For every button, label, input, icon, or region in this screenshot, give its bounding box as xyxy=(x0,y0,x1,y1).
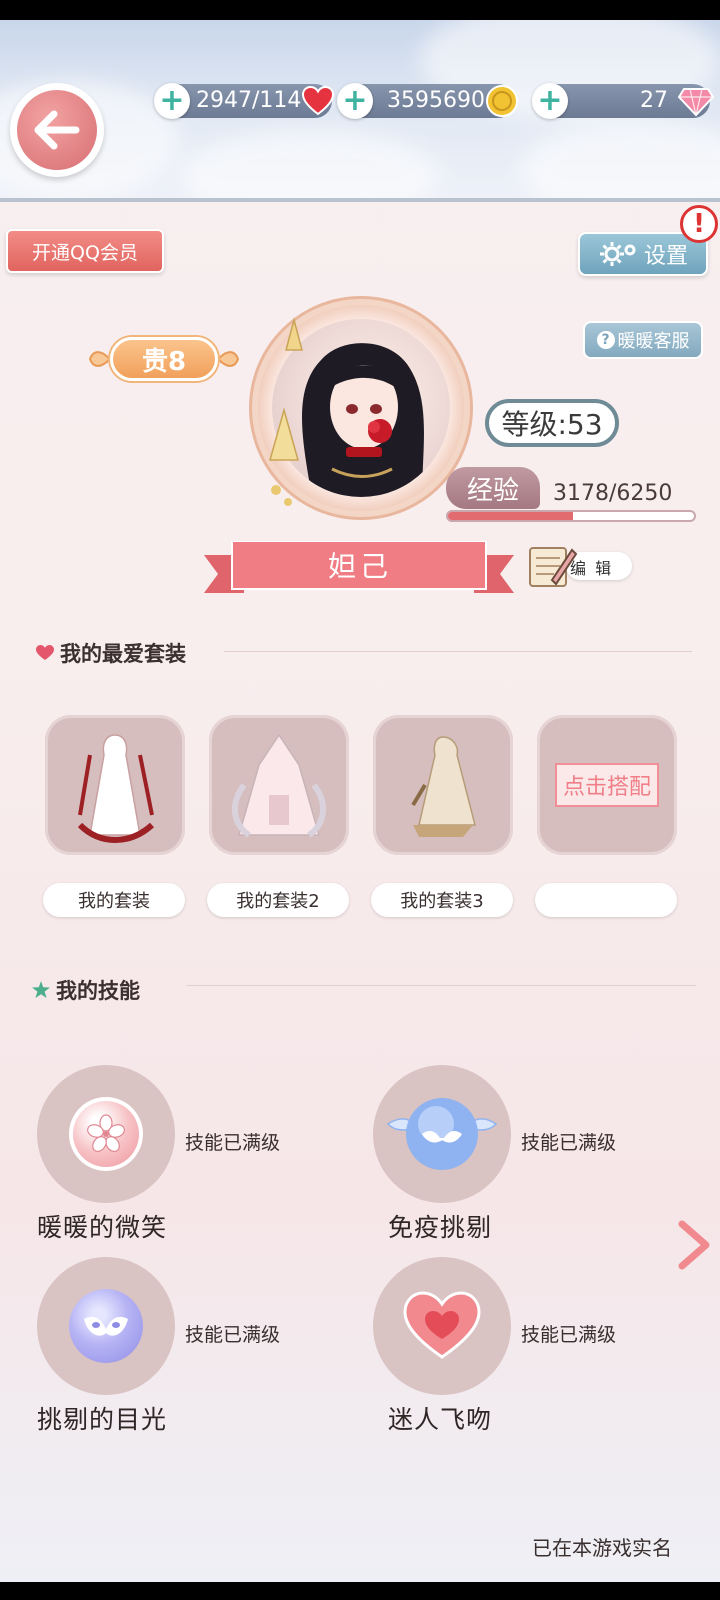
outfit-thumbnail xyxy=(411,736,476,837)
status-bar xyxy=(0,0,720,20)
skills-title: 我的技能 xyxy=(56,979,140,1003)
favorites-title: 我的最爱套装 xyxy=(60,642,186,666)
heart-icon xyxy=(403,1291,481,1359)
stamina-value: 2947/114 xyxy=(196,88,302,113)
skill-state-1: 技能已满级 xyxy=(185,1132,281,1154)
navigation-bar xyxy=(0,1582,720,1600)
exp-progress-fill xyxy=(448,512,574,520)
outfit-card-4[interactable]: 点击搭配 xyxy=(537,715,677,855)
diamond-icon xyxy=(678,88,714,117)
realname-status-text: 已在本游戏实名 xyxy=(532,1536,672,1560)
add-coins-button[interactable]: + xyxy=(337,83,373,119)
skill-immune[interactable] xyxy=(373,1065,511,1203)
settings-label: 设置 xyxy=(643,244,688,269)
back-button[interactable] xyxy=(10,83,104,177)
diamond-value: 27 xyxy=(640,88,668,113)
outfit-card-2[interactable] xyxy=(209,715,349,855)
question-icon: ? xyxy=(596,331,615,349)
skill-state-3: 技能已满级 xyxy=(185,1324,281,1346)
favorites-section-title: 我的最爱套装 xyxy=(36,638,186,668)
skill-state-2: 技能已满级 xyxy=(521,1132,617,1154)
exp-label: 经验 xyxy=(446,467,540,509)
diamond-counter: + 27 xyxy=(532,83,714,119)
gear-icon xyxy=(599,242,636,266)
coin-counter: + 3595690 xyxy=(337,83,518,119)
exp-progress-bar xyxy=(446,510,696,522)
settings-alert-badge: ! xyxy=(680,205,718,243)
vip-badge[interactable]: 贵8 xyxy=(88,331,240,387)
outfit-thumbnail xyxy=(232,733,326,838)
customer-service-button[interactable]: ? 暖暖客服 xyxy=(583,321,703,359)
level-badge: 等级:53 xyxy=(485,399,619,447)
skill-name-1: 暖暖的微笑 xyxy=(37,1213,168,1242)
star-bullet-icon xyxy=(32,981,50,998)
skill-gaze[interactable] xyxy=(37,1257,175,1395)
qq-member-label: 开通QQ会员 xyxy=(32,241,138,264)
back-arrow-icon xyxy=(34,110,80,150)
exp-value: 3178/6250 xyxy=(553,481,673,506)
coin-value: 3595690 xyxy=(387,88,485,113)
qq-member-button[interactable]: 开通QQ会员 xyxy=(6,229,164,273)
add-diamonds-button[interactable]: + xyxy=(532,83,568,119)
skills-section-title: 我的技能 xyxy=(32,975,140,1005)
outfit-card-3[interactable] xyxy=(373,715,513,855)
mask-icon xyxy=(84,1316,128,1336)
skill-smile[interactable] xyxy=(37,1065,175,1203)
add-stamina-button[interactable]: + xyxy=(154,83,190,119)
winged-mask-icon xyxy=(386,1098,498,1170)
outfit-name-4[interactable] xyxy=(535,883,677,917)
outfit-card-1[interactable] xyxy=(45,715,185,855)
skill-name-3: 挑剔的目光 xyxy=(37,1405,168,1434)
frame-decoration-icon xyxy=(269,317,303,506)
sakura-icon xyxy=(87,1114,125,1152)
skill-name-2: 免疫挑剔 xyxy=(388,1213,493,1242)
outfit-thumbnail xyxy=(77,734,155,843)
skill-name-4: 迷人飞吻 xyxy=(388,1405,493,1434)
level-label: 等级:53 xyxy=(501,408,603,441)
vip-label: 贵8 xyxy=(110,337,218,381)
heart-icon xyxy=(302,86,334,116)
stamina-counter: + 2947/114 xyxy=(154,83,334,119)
coin-icon xyxy=(486,85,518,117)
section-divider xyxy=(224,651,692,652)
outfit-name-1[interactable]: 我的套装 xyxy=(43,883,185,917)
match-outfit-button[interactable]: 点击搭配 xyxy=(554,763,659,807)
customer-service-label: 暖暖客服 xyxy=(617,331,690,352)
skill-kiss[interactable] xyxy=(373,1257,511,1395)
outfit-name-3[interactable]: 我的套装3 xyxy=(371,883,513,917)
section-divider xyxy=(186,985,696,986)
next-page-arrow-icon[interactable] xyxy=(676,1220,712,1270)
player-name: 妲己 xyxy=(327,550,392,583)
edit-label: 编 辑 xyxy=(570,559,614,578)
outfit-name-2[interactable]: 我的套装2 xyxy=(207,883,349,917)
heart-bullet-icon xyxy=(36,645,54,660)
skill-state-4: 技能已满级 xyxy=(521,1324,617,1346)
